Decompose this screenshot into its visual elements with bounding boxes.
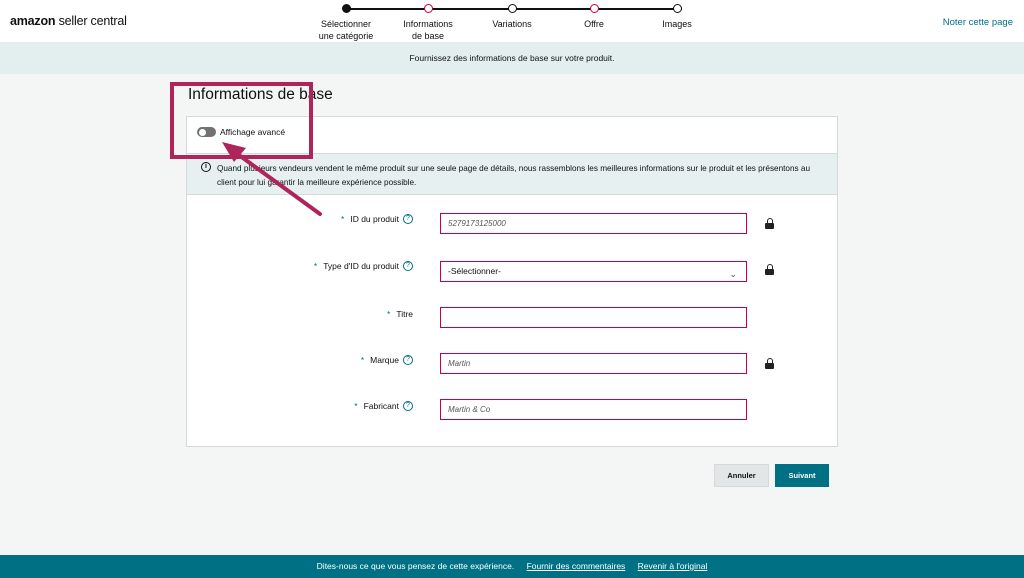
annotation-arrow (222, 142, 322, 216)
